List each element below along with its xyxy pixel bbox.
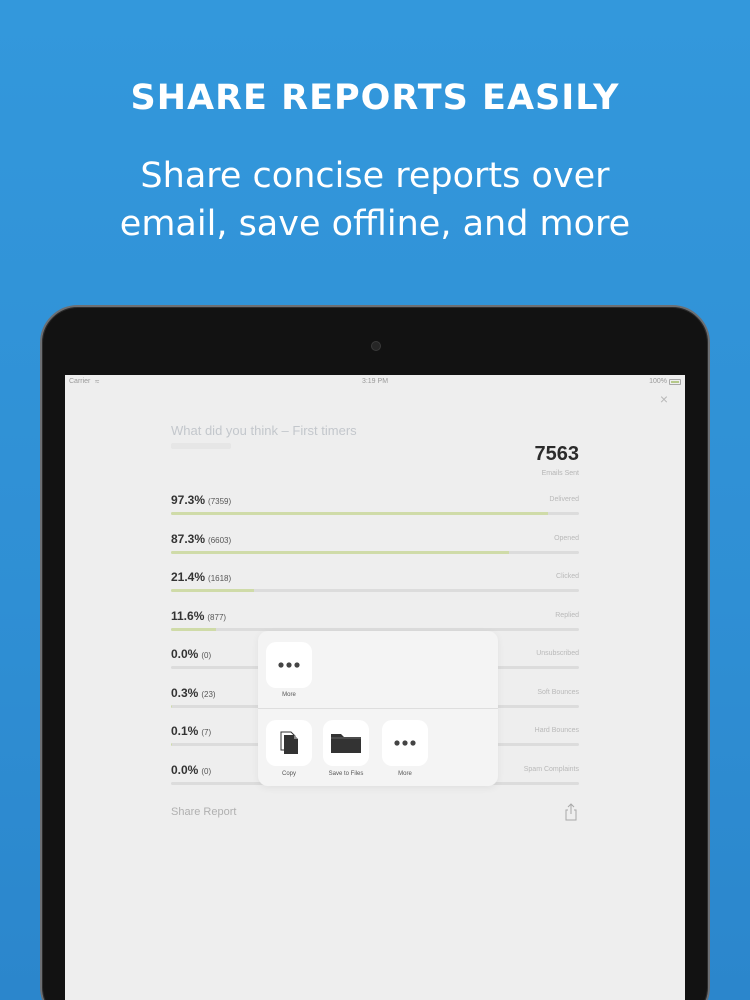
metric-label: Clicked	[556, 573, 579, 580]
share-sheet: More Copy Save to Files More	[258, 631, 498, 786]
metric-progress-bar	[171, 550, 579, 554]
promo-headline: SHARE REPORTS EASILY	[130, 78, 620, 118]
metric-count: (7)	[201, 728, 212, 737]
share-sheet-save-to-files-label: Save to Files	[328, 771, 364, 777]
metric-row-delivered: 97.3% (7359) Delivered	[171, 493, 579, 523]
metric-percent-value: 87.3%	[171, 531, 206, 546]
share-sheet-divider	[258, 708, 498, 709]
share-sheet-more-bottom-button[interactable]	[382, 720, 428, 766]
promo-subline: Share concise reports over email, save o…	[0, 152, 750, 248]
copy-icon	[280, 731, 298, 754]
metric-progress-fill	[171, 704, 173, 708]
metric-percent-value: 0.3%	[171, 685, 199, 700]
metric-label: Hard Bounces	[534, 727, 579, 734]
metric-label: Spam Complaints	[523, 765, 579, 773]
share-sheet-more-top-label: More	[282, 692, 296, 698]
share-report-button[interactable]: Share Report	[171, 806, 236, 818]
share-sheet-save-to-files-button[interactable]	[323, 720, 369, 766]
metric-count: (1618)	[208, 574, 232, 583]
share-sheet-more-top-button[interactable]	[266, 642, 312, 688]
metric-percent: 87.3% (6603)	[171, 532, 231, 546]
more-icon	[394, 740, 416, 746]
share-sheet-copy-label: Copy	[281, 771, 296, 777]
metric-label: Soft Bounces	[537, 688, 579, 696]
promo-subline-line-1: Share concise reports over	[140, 156, 610, 196]
metric-percent: 0.0% (0)	[171, 647, 211, 661]
metric-progress-fill	[171, 550, 510, 554]
metric-row-clicked: 21.4% (1618) Clicked	[171, 570, 579, 600]
status-time: 3:19 PM	[361, 378, 389, 385]
metric-label: Opened	[554, 534, 579, 542]
share-icon[interactable]	[564, 803, 578, 821]
metric-progress-fill	[171, 512, 549, 515]
metric-percent-value: 11.6%	[171, 608, 205, 623]
folder-icon	[331, 734, 361, 753]
metric-progress-bar	[171, 512, 579, 515]
emails-sent-label: Emails Sent	[541, 470, 579, 477]
metric-percent: 0.0% (0)	[171, 763, 211, 777]
metric-progress-fill	[171, 589, 254, 592]
metric-percent: 0.1% (7)	[171, 724, 211, 738]
metric-percent-value: 0.0%	[171, 762, 199, 777]
status-bar: Carrier ≈ 3:19 PM 100%	[65, 375, 685, 389]
status-battery: 100%	[649, 378, 667, 385]
metric-percent: 0.3% (23)	[171, 686, 216, 700]
metric-percent: 11.6% (877)	[171, 609, 226, 623]
metric-percent-value: 97.3%	[171, 493, 206, 507]
metric-label: Delivered	[549, 496, 579, 503]
campaign-title: What did you think – First timers	[171, 423, 357, 438]
metric-count: (23)	[201, 689, 216, 699]
metric-progress-fill	[171, 627, 216, 631]
close-icon[interactable]: ×	[657, 392, 671, 406]
more-icon	[278, 662, 300, 668]
metric-count: (6603)	[208, 535, 232, 545]
metric-count: (7359)	[208, 497, 232, 506]
promo-subline-line-2: email, save offline, and more	[119, 204, 631, 244]
share-sheet-more-bottom-label: More	[398, 771, 412, 777]
metric-percent-value: 21.4%	[171, 570, 206, 584]
metric-percent-value: 0.0%	[171, 647, 199, 661]
camera-icon	[371, 341, 381, 351]
share-sheet-copy-button[interactable]	[266, 720, 312, 766]
metric-count: (877)	[207, 612, 227, 622]
metric-percent: 21.4% (1618)	[171, 570, 231, 584]
metric-count: (0)	[201, 766, 212, 776]
metric-progress-bar	[171, 589, 579, 592]
metric-percent: 97.3% (7359)	[171, 493, 231, 507]
app-screen: Carrier ≈ 3:19 PM 100% × What did you th…	[65, 375, 685, 1000]
metric-label: Unsubscribed	[536, 650, 579, 657]
metric-row-opened: 87.3% (6603) Opened	[171, 532, 579, 562]
campaign-subtitle-placeholder	[171, 443, 231, 449]
battery-icon	[669, 379, 681, 385]
metric-label: Replied	[555, 611, 579, 619]
metric-percent-value: 0.1%	[171, 724, 199, 738]
metric-count: (0)	[201, 651, 212, 660]
emails-sent-count: 7563	[534, 443, 580, 465]
